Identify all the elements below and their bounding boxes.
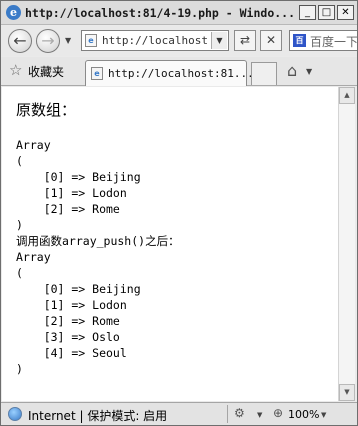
- window-title: http://localhost:81/4-19.php - Windo...: [25, 6, 296, 20]
- navigation-bar: ← → ▼ e http://localhost:8 ▼ ⇄ ✕ 百 百度一下: [1, 26, 357, 56]
- back-arrow-icon: ←: [13, 31, 27, 50]
- close-window-button[interactable]: ✕: [337, 5, 354, 20]
- home-dropdown-button[interactable]: ▼: [306, 67, 312, 76]
- close-icon: ✕: [265, 33, 277, 47]
- favorites-button[interactable]: 收藏夹: [28, 63, 64, 80]
- star-icon[interactable]: ☆: [9, 61, 22, 79]
- forward-button[interactable]: →: [36, 29, 60, 53]
- scroll-down-button[interactable]: ▼: [339, 384, 355, 401]
- status-divider: [227, 405, 228, 423]
- page-content: 原数组： Array ( [0] => Beijing [1] => Lodon…: [2, 87, 338, 401]
- stop-button[interactable]: ✕: [260, 30, 282, 51]
- zoom-level[interactable]: 100%: [288, 408, 319, 421]
- search-input[interactable]: 百度一下: [310, 33, 357, 50]
- ie-logo-icon: e: [6, 5, 21, 20]
- status-bar: Internet | 保护模式: 启用 ⚙ ▼ ⊕ 100% ▼: [1, 402, 357, 425]
- tab-title: http://localhost:81...: [108, 67, 254, 80]
- back-button[interactable]: ←: [8, 29, 32, 53]
- history-dropdown-button[interactable]: ▼: [65, 36, 71, 45]
- browser-window: e http://localhost:81/4-19.php - Windo..…: [0, 0, 358, 426]
- address-dropdown-button[interactable]: ▼: [211, 32, 227, 49]
- refresh-button[interactable]: ⇄: [234, 30, 256, 51]
- zoom-dropdown-button[interactable]: ▼: [321, 411, 326, 419]
- page-icon: e: [85, 34, 97, 47]
- baidu-icon: 百: [293, 34, 306, 47]
- array-output: Array ( [0] => Beijing [1] => Lodon [2] …: [16, 138, 180, 376]
- new-tab-button[interactable]: [251, 62, 277, 85]
- zoom-icon[interactable]: ⊕: [273, 406, 283, 420]
- tab-page-icon: e: [91, 67, 103, 80]
- forward-arrow-icon: →: [41, 31, 55, 50]
- vertical-scrollbar[interactable]: ▲ ▼: [338, 87, 355, 401]
- scroll-up-button[interactable]: ▲: [339, 87, 355, 104]
- globe-icon: [8, 407, 22, 421]
- status-text: Internet | 保护模式: 启用: [28, 409, 168, 423]
- security-zone-icon[interactable]: ⚙: [234, 406, 245, 420]
- minimize-button[interactable]: _: [299, 5, 316, 20]
- scroll-track[interactable]: [339, 104, 355, 384]
- tab-active[interactable]: e http://localhost:81...: [85, 60, 254, 86]
- title-bar: e http://localhost:81/4-19.php - Windo..…: [1, 1, 357, 25]
- intro-text: 原数组：: [16, 101, 77, 119]
- zone-dropdown-button[interactable]: ▼: [257, 411, 262, 419]
- favorites-bar: ☆ 收藏夹 e http://localhost:81... ⌂ ▼: [1, 57, 357, 86]
- home-icon[interactable]: ⌂: [287, 61, 297, 80]
- maximize-button[interactable]: □: [318, 5, 335, 20]
- refresh-icon: ⇄: [239, 33, 251, 47]
- address-input[interactable]: http://localhost:8: [102, 34, 208, 47]
- search-box[interactable]: 百 百度一下: [289, 30, 357, 51]
- address-bar[interactable]: e http://localhost:8 ▼: [81, 30, 229, 51]
